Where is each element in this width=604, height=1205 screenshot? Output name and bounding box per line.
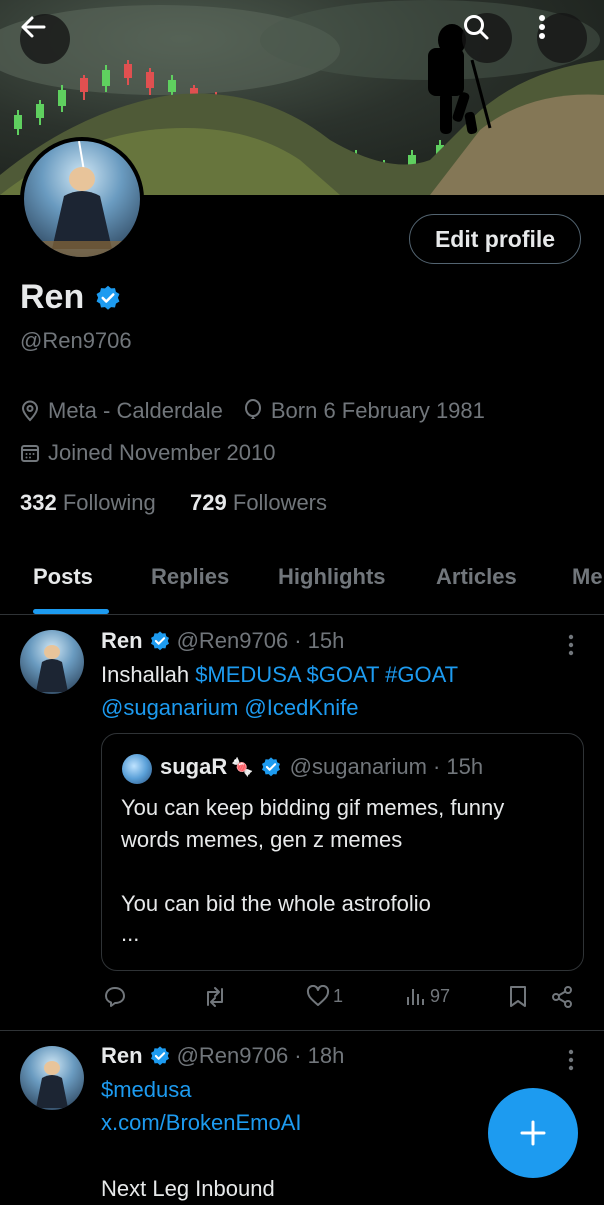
edit-profile-button[interactable]: Edit profile <box>409 214 581 264</box>
followers-link[interactable]: 729 Followers <box>190 490 327 515</box>
quote-author-name: sugaR <box>160 754 228 779</box>
quote-avatar <box>122 754 152 784</box>
verified-badge-icon <box>261 757 280 777</box>
post-divider <box>0 1030 604 1031</box>
post-author-name[interactable]: Ren <box>101 628 143 654</box>
quote-text: You can keep bidding gif memes, funny wo… <box>121 795 505 946</box>
profile-handle: @Ren9706 <box>20 328 132 353</box>
quote-timestamp: · 15h <box>432 754 484 779</box>
search-button[interactable] <box>462 13 512 63</box>
post-text-plain: Inshallah <box>101 662 196 687</box>
views-button[interactable]: 97 <box>405 985 450 1007</box>
profile-joined: Joined November 2010 <box>48 440 276 465</box>
quoted-post[interactable]: sugaR 🍬 @suganarium · 15h You can keep b… <box>101 733 584 971</box>
more-vertical-icon <box>539 15 545 39</box>
post-avatar[interactable] <box>20 1046 84 1110</box>
hashtag-link[interactable]: #GOAT <box>385 662 458 687</box>
verified-badge-icon <box>150 1046 169 1066</box>
post-more-icon[interactable] <box>565 1048 577 1072</box>
location-pin-icon <box>21 400 39 422</box>
reply-icon <box>105 987 125 1007</box>
share-button[interactable] <box>550 985 574 1009</box>
avatar-image <box>36 1061 68 1108</box>
verified-badge-icon <box>150 631 169 651</box>
profile-meta-row: Meta - Calderdale Born 6 February 1981 <box>20 398 485 424</box>
profile-joined-row: Joined November 2010 <box>20 440 275 466</box>
compose-post-button[interactable] <box>488 1088 578 1178</box>
post-text: Inshallah $MEDUSA $GOAT #GOAT @suganariu… <box>101 658 458 724</box>
post-more-icon[interactable] <box>565 633 577 657</box>
mention-link[interactable]: @IcedKnife <box>244 695 358 720</box>
post-author-handle[interactable]: @Ren9706 <box>177 628 289 654</box>
quote-author-handle: @suganarium <box>289 754 427 779</box>
post-timestamp[interactable]: · 15h <box>294 628 344 654</box>
plus-icon <box>520 1120 546 1146</box>
profile-birthday: Born 6 February 1981 <box>270 398 485 423</box>
share-icon <box>552 986 572 1008</box>
post-author-handle[interactable]: @Ren9706 <box>177 1043 289 1069</box>
bookmark-icon <box>510 986 526 1007</box>
avatar-image <box>36 645 68 692</box>
active-tab-indicator <box>33 609 109 614</box>
back-button[interactable] <box>20 14 70 64</box>
views-chart-icon <box>407 989 424 1005</box>
quote-header: sugaR 🍬 @suganarium · 15h <box>160 754 483 780</box>
like-count: 1 <box>333 985 344 1006</box>
arrow-left-icon <box>21 16 46 38</box>
cashtag-link[interactable]: $GOAT <box>306 662 379 687</box>
post-text-line: Next Leg Inbound <box>101 1176 275 1201</box>
repost-button[interactable] <box>202 985 228 1009</box>
balloon-icon <box>244 399 261 419</box>
url-link[interactable]: x.com/BrokenEmoAI <box>101 1106 302 1139</box>
tab-highlights[interactable]: Highlights <box>278 564 386 590</box>
profile-avatar[interactable] <box>20 137 144 261</box>
tab-posts[interactable]: Posts <box>33 564 93 590</box>
mention-link[interactable]: @suganarium <box>101 695 238 720</box>
like-button[interactable]: 1 <box>306 985 343 1007</box>
calendar-icon <box>21 445 39 462</box>
avatar-image <box>24 141 140 257</box>
following-link[interactable]: 332 Following <box>20 490 156 515</box>
profile-name: Ren <box>20 278 85 316</box>
post-author-name[interactable]: Ren <box>101 1043 143 1069</box>
profile-location: Meta - Calderdale <box>48 398 223 423</box>
tab-media[interactable]: Me <box>572 564 603 590</box>
post-actions: 1 97 <box>0 985 604 1015</box>
repost-icon <box>207 987 223 1007</box>
tab-articles[interactable]: Articles <box>436 564 517 590</box>
post-timestamp[interactable]: · 18h <box>294 1043 344 1069</box>
follow-stats: 332 Following 729 Followers <box>20 490 327 516</box>
profile-tabs: Posts Replies Highlights Articles Me <box>0 556 604 615</box>
post-header: Ren @Ren9706 · 15h <box>101 628 344 654</box>
cashtag-link[interactable]: $medusa <box>101 1073 302 1106</box>
tab-replies[interactable]: Replies <box>151 564 229 590</box>
more-options-button[interactable] <box>537 13 587 63</box>
views-count: 97 <box>430 985 451 1006</box>
post-header: Ren @Ren9706 · 18h <box>101 1043 344 1069</box>
profile-name-row: Ren <box>20 278 122 317</box>
search-icon <box>464 15 489 40</box>
cashtag-link[interactable]: $MEDUSA <box>195 662 300 687</box>
reply-button[interactable] <box>103 985 127 1009</box>
bookmark-button[interactable] <box>508 985 528 1009</box>
post-text: $medusa x.com/BrokenEmoAI Next Leg Inbou… <box>101 1073 302 1205</box>
candy-emoji: 🍬 <box>231 756 254 777</box>
post-avatar[interactable] <box>20 630 84 694</box>
verified-badge-icon <box>96 285 120 310</box>
heart-icon <box>306 985 330 1006</box>
